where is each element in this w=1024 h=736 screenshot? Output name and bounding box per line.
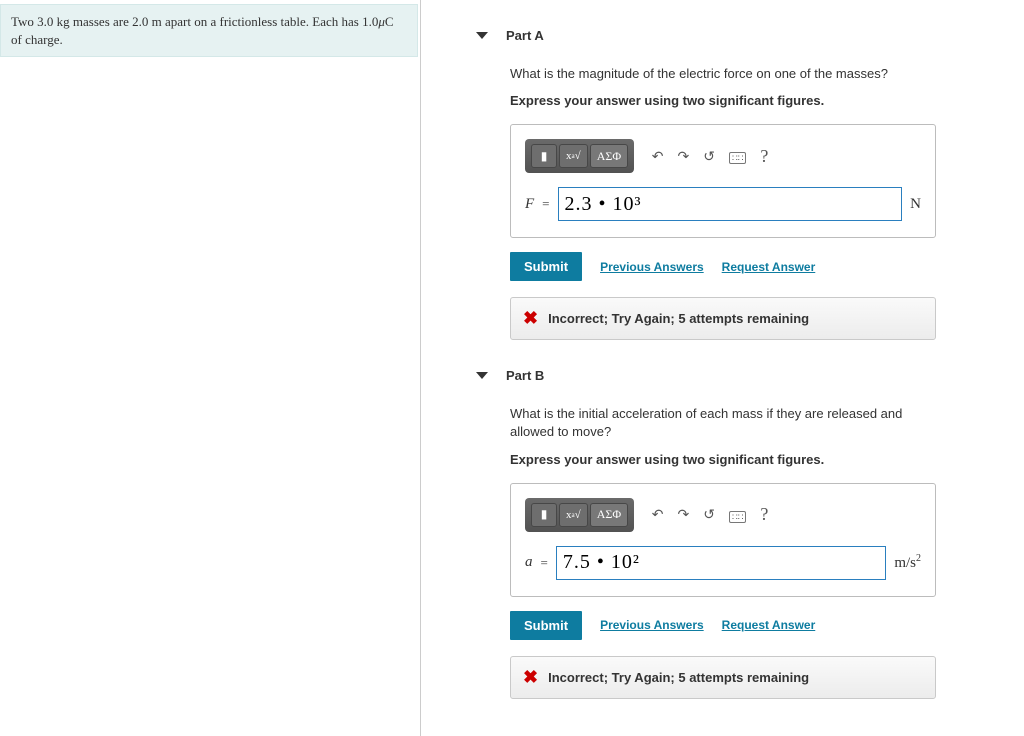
part-b-unit: m/s2 (894, 553, 921, 572)
submit-button[interactable]: Submit (510, 611, 582, 640)
request-answer-link[interactable]: Request Answer (722, 618, 816, 632)
caret-down-icon (476, 372, 488, 379)
templates-button[interactable]: xa√ (559, 503, 588, 527)
undo-icon[interactable]: ↶ (652, 148, 664, 165)
part-a-answer-input[interactable] (558, 187, 903, 221)
undo-icon[interactable]: ↶ (652, 506, 664, 523)
rect-tool-icon[interactable]: ▮ (531, 144, 557, 168)
part-b-feedback-text: Incorrect; Try Again; 5 attempts remaini… (548, 670, 809, 685)
part-b-feedback: ✖ Incorrect; Try Again; 5 attempts remai… (510, 656, 936, 699)
equals-sign: = (541, 555, 548, 571)
part-b-prompt: What is the initial acceleration of each… (510, 405, 936, 441)
part-a-instruction: Express your answer using two significan… (510, 93, 936, 108)
keyboard-icon[interactable]: ∷∷ (729, 507, 746, 523)
part-a-variable: F (525, 196, 534, 213)
part-a-answer-box: ▮ xa√ ΑΣΦ ↶ ↷ ↺ ∷∷ ? F = N (510, 124, 936, 238)
part-b-title: Part B (506, 368, 544, 383)
redo-icon[interactable]: ↷ (678, 148, 690, 165)
templates-button[interactable]: xa√ (559, 144, 588, 168)
previous-answers-link[interactable]: Previous Answers (600, 260, 704, 274)
part-a-prompt: What is the magnitude of the electric fo… (510, 65, 936, 83)
part-b-instruction: Express your answer using two significan… (510, 452, 936, 467)
request-answer-link[interactable]: Request Answer (722, 260, 816, 274)
part-b-answer-box: ▮ xa√ ΑΣΦ ↶ ↷ ↺ ∷∷ ? a = m/s2 (510, 483, 936, 597)
incorrect-icon: ✖ (523, 667, 538, 688)
part-b-variable: a (525, 554, 533, 571)
equals-sign: = (542, 196, 549, 212)
incorrect-icon: ✖ (523, 308, 538, 329)
greek-button[interactable]: ΑΣΦ (590, 144, 628, 168)
submit-button[interactable]: Submit (510, 252, 582, 281)
part-a-header[interactable]: Part A (476, 0, 1004, 53)
equation-toolbar: ▮ xa√ ΑΣΦ (525, 139, 634, 173)
part-a-feedback: ✖ Incorrect; Try Again; 5 attempts remai… (510, 297, 936, 340)
previous-answers-link[interactable]: Previous Answers (600, 618, 704, 632)
part-a-title: Part A (506, 28, 544, 43)
help-icon[interactable]: ? (760, 504, 768, 525)
divider (420, 0, 436, 736)
part-b-header[interactable]: Part B (476, 340, 1004, 393)
caret-down-icon (476, 32, 488, 39)
reset-icon[interactable]: ↺ (703, 148, 715, 165)
part-b-answer-input[interactable] (556, 546, 886, 580)
part-a-unit: N (910, 196, 921, 213)
reset-icon[interactable]: ↺ (703, 506, 715, 523)
greek-button[interactable]: ΑΣΦ (590, 503, 628, 527)
help-icon[interactable]: ? (760, 146, 768, 167)
keyboard-icon[interactable]: ∷∷ (729, 148, 746, 164)
redo-icon[interactable]: ↷ (678, 506, 690, 523)
problem-statement: Two 3.0 kg masses are 2.0 m apart on a f… (0, 4, 418, 57)
equation-toolbar: ▮ xa√ ΑΣΦ (525, 498, 634, 532)
part-a-feedback-text: Incorrect; Try Again; 5 attempts remaini… (548, 311, 809, 326)
rect-tool-icon[interactable]: ▮ (531, 503, 557, 527)
